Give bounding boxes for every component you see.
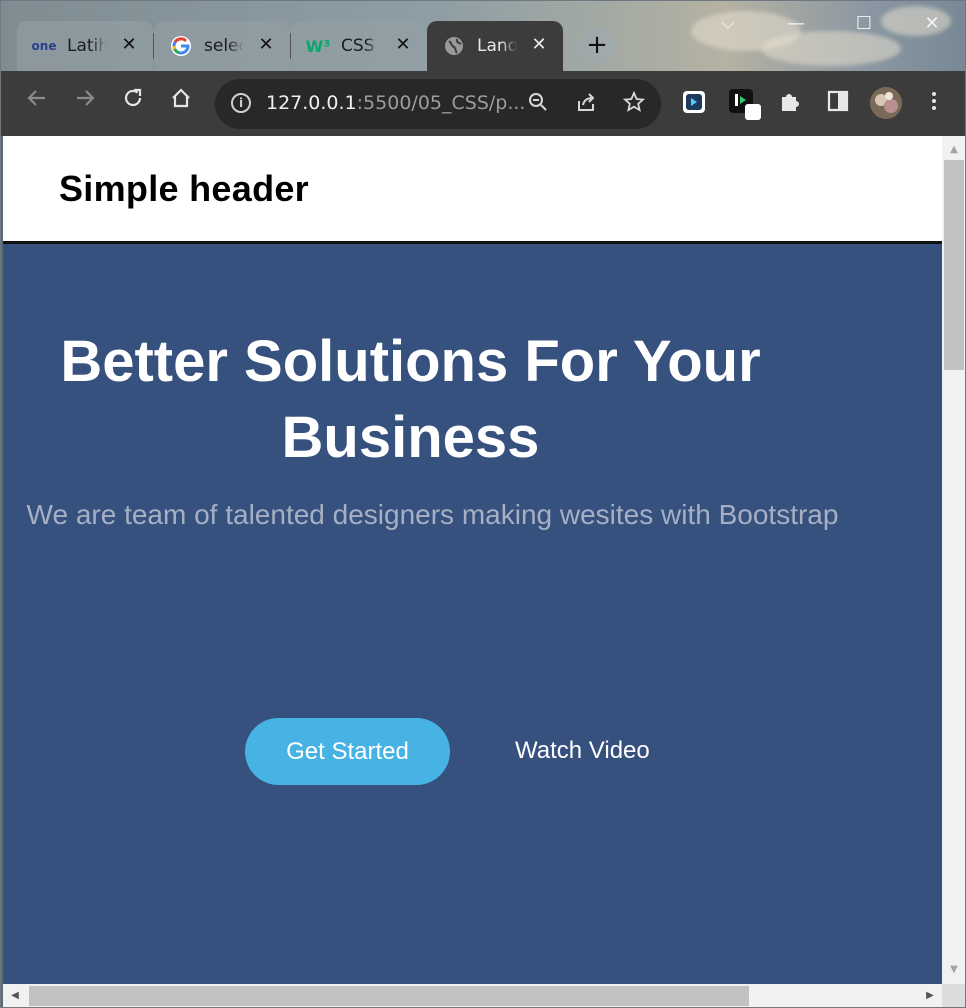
close-icon[interactable]: ✕ [529,35,549,55]
forward-icon[interactable] [69,87,101,119]
browser-toolbar: i 127.0.0.1:5500/05_CSS/p... [1,71,965,136]
scroll-right-arrow-icon[interactable]: ▶ [920,984,940,1007]
url-text[interactable]: 127.0.0.1:5500/05_CSS/p... [266,92,525,114]
home-icon[interactable] [165,87,197,119]
tab-title: CSS Selectors [341,36,381,56]
hero-subheading: We are team of talented designers making… [26,499,839,530]
tab-latihan[interactable]: one Latihan ✕ [17,21,153,71]
menu-icon[interactable] [921,89,947,115]
scrollbar-corner [942,984,965,1007]
page-viewport: Simple header Better Solutions For Your … [3,136,942,984]
url-host: 127.0.0.1 [266,92,357,114]
url-path: :5500/05_CSS/p... [356,92,526,114]
site-info-icon[interactable]: i [231,93,251,113]
profile-avatar[interactable] [869,86,903,120]
horizontal-scrollbar[interactable]: ◀ ▶ [3,984,942,1007]
horizontal-scroll-thumb[interactable] [29,986,749,1006]
w3schools-icon: W³ [305,36,331,56]
side-panel-icon[interactable] [825,89,851,115]
address-bar[interactable]: i 127.0.0.1:5500/05_CSS/p... [215,79,661,129]
new-tab-button[interactable]: + [579,28,615,64]
tab-title: Latihan [67,36,107,56]
close-icon[interactable]: ✕ [119,35,139,55]
bookmark-star-icon[interactable] [621,90,647,117]
reload-icon[interactable] [117,87,149,119]
google-icon [170,35,192,57]
tab-css-selectors[interactable]: W³ CSS Selectors ✕ [291,21,427,71]
hero-section: Better Solutions For Your Business We ar… [3,244,942,984]
browser-window: one Latihan ✕ select ✕ W³ CSS Selec [0,0,966,1008]
close-icon[interactable]: ✕ [393,35,413,55]
back-icon[interactable] [21,87,53,119]
tab-title: Landing [477,36,517,56]
vertical-scroll-thumb[interactable] [944,160,964,370]
header-title: Simple header [59,168,309,209]
tab-title: select [204,36,244,56]
scroll-down-arrow-icon[interactable]: ▼ [942,960,965,980]
one-logo-icon: one [31,39,57,53]
scroll-up-arrow-icon[interactable]: ▲ [942,140,965,160]
scroll-left-arrow-icon[interactable]: ◀ [5,984,25,1007]
site-header: Simple header [3,136,942,244]
tab-strip: one Latihan ✕ select ✕ W³ CSS Selec [1,1,965,71]
extension-icon[interactable] [729,89,761,120]
maximize-button[interactable]: ☐ [849,9,879,39]
tab-landing[interactable]: Landing ✕ [427,21,563,71]
get-started-button[interactable]: Get Started [245,718,450,785]
tab-search-dropdown-icon[interactable]: ⌵ [713,9,743,39]
close-window-button[interactable]: ✕ [917,9,947,39]
extension-icon[interactable] [681,89,707,115]
watch-video-link[interactable]: Watch Video [515,734,650,768]
puzzle-icon[interactable] [777,89,803,115]
close-icon[interactable]: ✕ [256,35,276,55]
tab-select[interactable]: select ✕ [154,21,290,71]
hero-heading: Better Solutions For Your Business [60,329,761,470]
zoom-icon[interactable] [525,91,551,117]
vertical-scrollbar[interactable]: ▲ ▼ [942,136,965,984]
share-icon[interactable] [573,91,599,117]
globe-icon [443,35,465,57]
minimize-button[interactable]: — [781,9,811,39]
